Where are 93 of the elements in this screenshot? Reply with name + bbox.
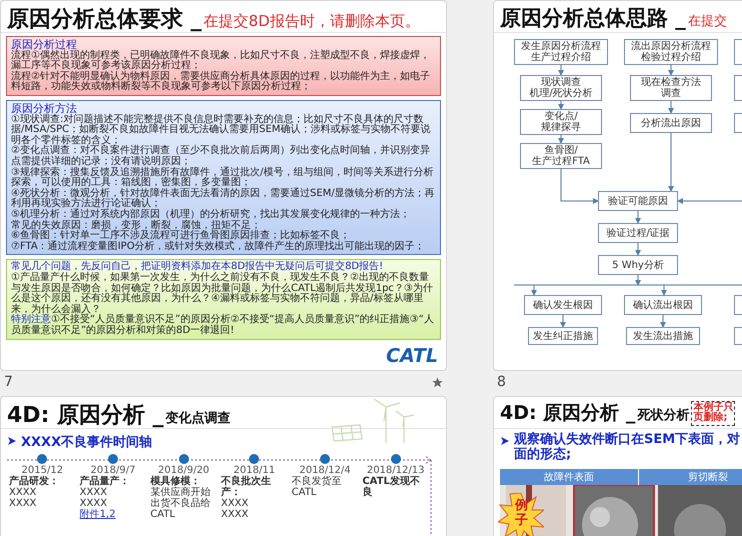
panel-text: ①现状调查:对问题描述不能完整提供不良信息时需要补充的信息；比如尺寸不良具体的尺寸数据/MSA/SPC；如断裂不良如故障件目视无法确认需要用SEM确认；涉料或标签与实物不符要说明各个零件标签的含义； [11,114,432,146]
event-date: 2018/12/13 [366,465,424,476]
event-title: 产品研发： [9,476,59,488]
flow-arrow [668,64,674,76]
flow-arrow [635,210,641,224]
event-text: XXXX [220,509,248,520]
arrow-bullet-icon [7,436,17,446]
flowchart-node: 5 Why分析 [598,255,678,275]
slide-subtitle: 死状分析 [637,407,690,424]
panel-text: 常见的失效原因：磨损，变形，断裂，腐蚀，扭矩不足； [11,220,261,231]
flowchart-node: 确认流出根因 [624,295,702,315]
flowchart-node: 发生纠正措施 [528,327,598,345]
slide-title: 4D: 原因分析 _ [7,402,164,430]
flow-arrow [531,284,537,296]
event-date: 2018/9/20 [158,465,210,476]
timeline-dot [178,454,189,464]
flow-arrow [560,314,566,328]
event-date: 2018/11 [234,465,276,476]
flowchart-node: 发生流出措施 [626,327,700,345]
panel-text: 流程①偶然出现的制程类，已明确故障件不良现象，比如尺寸不良，注塑成型不良，焊接虚焊，漏工序等不良现象可参考该原因分析过程； [11,50,431,72]
timeline-dot [37,454,48,464]
event-title: 不良批次生产： [220,476,271,498]
slide-thumbnail[interactable] [0,0,447,372]
event-text: XXXX [9,487,36,498]
panel-text: ⑦FTA：通过流程变量图IPO分析，或针对失效模式，故障件产生的原理找出可能出现的因子； [11,242,426,252]
slide-thumbnail[interactable]: 4D: 原因分析 _变化点调查 XXXX不良事件时间轴 2015/12 产品研发： XXXX XXXX 2018/9/7 产品量产： XXXX XXXX 附件1,2 2018/9/20 模具修模： 某供应商开始出货不良品给CATL 2018/11 不良批次生产： XXXX XXXX 2018/12/4 不良发货至CATL 2018/12/13 CATL发现不良 [0,396,447,536]
slide-title: 原因分析总体要求 _ [7,6,202,34]
starburst-icon [498,493,544,536]
panel-text: 流程②针对不能明显确认为物料原因，需要供应商分析具体原因的过程，以功能件为主，如电子料短路，功能失效或物料断裂等不良现象可参考以下原因分析过程； [11,72,431,94]
event-title: 模具修模： [150,476,200,488]
star-icon[interactable] [432,376,443,388]
flow-arrow [558,64,564,76]
event-text: XXXX [220,498,248,510]
flow-arrow [558,100,564,110]
flow-arrow [668,100,674,114]
section-heading: 观察确认失效件断口在SEM下表面，对 [514,433,740,448]
event-title: CATL发现不良 [362,476,421,498]
panel-text: ⑤机理分析：通过对系统内部原因（机理）的分析研究，找出其发展变化规律的一种方法； [11,210,411,220]
arrow-bullet-icon [500,436,510,446]
flow-arrow [660,314,666,328]
flowchart-node: 验证过程/证据 [598,223,678,243]
panel-heading: 原因分析过程 [11,39,77,51]
flowchart-node: 发生原因分析流程 生产过程介绍 [514,39,608,65]
attachment-link[interactable]: 附件1,2 [80,509,116,520]
timeline-dot [108,454,118,464]
flow-arrow [635,242,641,256]
flowchart-node: 流出原因分析流程 检验过程介绍 [624,39,718,65]
panel-text: ③规律探索：搜集反馈及追溯措施所有故障件，通过批次/模号，组与组间，时间等关系进行分析探索，可以使用的工具：箱线图，密集图，多变量图； [11,168,434,188]
panel-text: ②变化点调查：对不良案件进行调查（至少不良批次前后两周）列出变化点时间轴，并识别变异点需提供详细的记录；没有请说明原因； [11,146,430,168]
panel-text: 特别注意①不接受“人员质量意识不足”的原因分析②不接受“提高人员质量意识”的纠正措施③“人员质量意识不足”的原因分析和对策的8D一律退回! [11,315,435,337]
panel-heading: 常见几个问题，先反问自己，把证明资料添加在本8D报告中无疑问后可提交8D报告! [11,262,384,272]
event-text: 某供应商开始出货不良品给CATL [150,487,212,520]
event-text: XXXX [9,498,36,510]
panel-text: ⑥鱼骨图：针对单一工序不涉及流程可进行鱼骨图原因排查；比如标签不良； [11,231,350,242]
slide-title: 原因分析总体思路 _ [500,5,686,32]
flowchart-node: 分析流出原因 [630,113,712,133]
flow-arrow [677,198,742,204]
slide-subtitle: 在提交 [688,13,727,30]
event-text: XXXX [80,487,108,498]
company-logo: CATL [386,344,439,368]
slide-subtitle: 变化点调查 [166,410,231,428]
panel-text: ④死状分析：微观分析，针对故障件表面无法看清的原因，需要通过SEM/显微镜分析的方法；再利用再现实验方法进行论证确认； [11,188,436,210]
section-heading: 面的形态; [514,448,572,464]
event-text: XXXX [80,498,108,510]
flow-arrow [560,168,599,204]
panel-text: ①产品量产什么时候，如果第一次发生，为什么之前没有不良，现发生不良？②出现的不良数量与发生原因是否吻合，如何确定？比如原因为批量问题，为什么CATL遏制后共发现1pc？③为什么是这个原因，还有没有其他原因，为什么？④漏料或标签与实物不符问题，异品/标签从哪里来，为什么会漏入？ [11,273,433,315]
timeline-dot [320,454,330,464]
flowchart-node: 现在检查方法 调查 [630,75,712,101]
event-text: 不良发货至CATL [292,476,343,498]
slide-thumbnail[interactable]: 原因分析总体思路 _在提交 发生原因分析流程 生产过程介绍 流出原因分析流程 检验过程介绍 现状调查 机理/死状分析 现在检查方法 调查 变化点/ 规律探寻 分析流出原因 鱼骨图/ 生产过程FTA 验证可能原因 验证过程/证据 5 Why分析 确认发生根因 确认流出根因 发生纠正措施 发生流出措施 [493,0,742,372]
flow-arrow [635,274,641,286]
flow-arrow [558,134,564,144]
flowchart-node: 变化点/ 规律探寻 [520,109,602,135]
slide-number: 8 [497,374,506,390]
event-date: 2015/12 [22,465,64,476]
flowchart-node: 验证可能原因 [598,191,678,211]
flow-arrow [661,284,667,296]
slide-subtitle: 在提交8D报告时，请删除本页。 [204,12,420,31]
warning-note: 本例子只 页删除; [691,400,736,426]
flow-arrow [668,132,674,192]
event-date: 2018/12/4 [299,465,351,476]
slide-title: 4D: 原因分析 _ [500,401,636,426]
timeline-dot [249,454,260,464]
slide-number: 7 [4,374,13,390]
flowchart-node: 现状调查 机理/死状分析 [520,75,602,101]
badge-text: 例 子 [515,499,528,528]
timeline-dot [390,454,401,464]
panel-heading: 原因分析方法 [11,103,77,115]
event-title: 产品量产： [80,476,130,488]
flowchart-node: 鱼骨图/ 生产过程FTA [520,143,602,169]
event-date: 2018/9/7 [90,465,136,476]
flowchart-node: 确认发生根因 [524,295,602,315]
section-heading: XXXX不良事件时间轴 [21,434,152,452]
